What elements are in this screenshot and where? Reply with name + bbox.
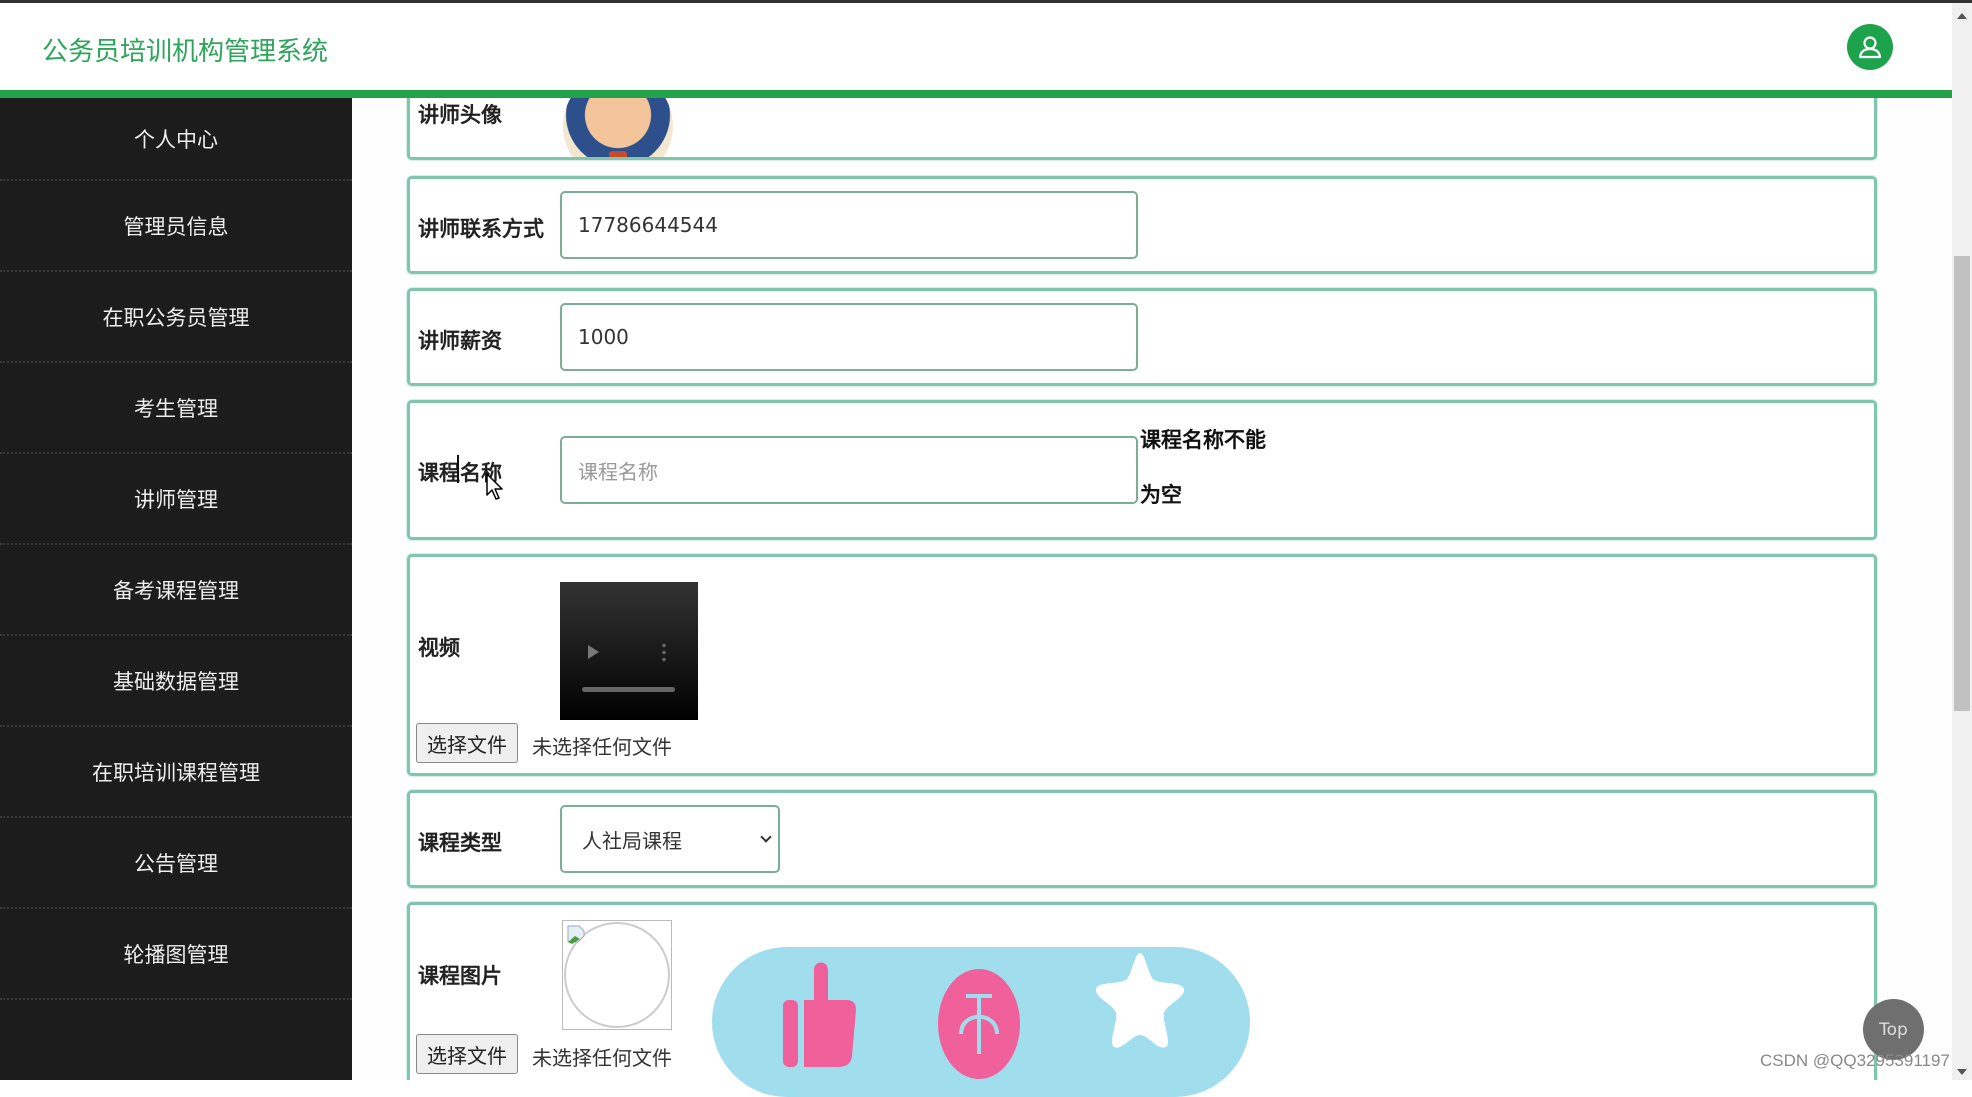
sidebar-item-label: 考生管理 [134,396,218,421]
sidebar-item-label: 备考课程管理 [113,578,239,603]
sidebar-item-label: 在职培训课程管理 [92,760,260,785]
thumbs-up-icon[interactable] [780,962,864,1070]
error-line: 课程名称不能 [1140,428,1266,452]
course-name-input[interactable]: 课程名称 [560,436,1138,504]
sidebar-item-carousel[interactable]: 轮播图管理 [0,909,352,1000]
lecturer-avatar-image [563,98,673,157]
header-accent-bar [0,90,1952,98]
form-group-salary: 讲师薪资 1000 [407,288,1877,386]
salary-input[interactable]: 1000 [560,303,1138,371]
sidebar-item-label: 基础数据管理 [113,669,239,694]
scroll-up-arrow-icon[interactable] [1957,13,1967,19]
share-action-bar [712,947,1250,1097]
form-group-video: 视频 选择文件 未选择任何文件 [407,554,1877,776]
sidebar-item-examinees[interactable]: 考生管理 [0,363,352,454]
video-player[interactable] [560,582,698,720]
contact-label: 讲师联系方式 [418,217,544,241]
watermark: CSDN @QQ3295391197 [1760,1051,1950,1070]
sidebar: 个人中心 管理员信息 在职公务员管理 考生管理 讲师管理 备考课程管理 基础数据… [0,98,352,1080]
sidebar-item-label: 在职公务员管理 [102,305,250,330]
course-type-select[interactable]: 人社局课程 [560,805,780,873]
sidebar-item-admin-info[interactable]: 管理员信息 [0,181,352,272]
video-file-status: 未选择任何文件 [532,735,672,759]
course-name-error: 课程名称不能 为空 [1140,413,1290,523]
image-file-status: 未选择任何文件 [532,1046,672,1070]
video-choose-file-button[interactable]: 选择文件 [416,723,518,763]
form-group-avatar: 讲师头像 [407,98,1877,160]
sidebar-item-label: 讲师管理 [134,487,218,512]
scroll-down-arrow-icon[interactable] [1957,1069,1967,1075]
course-type-selected: 人社局课程 [582,828,682,853]
sidebar-item-label: 轮播图管理 [123,942,229,967]
sidebar-item-announcements[interactable]: 公告管理 [0,818,352,909]
scrollbar-thumb[interactable] [1954,256,1970,711]
sidebar-item-label: 公告管理 [134,851,218,876]
sidebar-item-label: 管理员信息 [123,214,229,239]
image-choose-file-button[interactable]: 选择文件 [416,1034,518,1074]
sidebar-item-civil-servants[interactable]: 在职公务员管理 [0,272,352,363]
sidebar-item-basic-data[interactable]: 基础数据管理 [0,636,352,727]
video-progress-bar[interactable] [582,687,675,692]
form-group-course-type: 课程类型 人社局课程 [407,790,1877,888]
form-content: 讲师头像 讲师联系方式 17786644544 讲师薪资 1000 课程名称 课… [352,98,1952,1080]
coin-icon[interactable] [938,969,1020,1079]
form-group-contact: 讲师联系方式 17786644544 [407,176,1877,274]
contact-input[interactable]: 17786644544 [560,191,1138,259]
header: 公务员培训机构管理系统 [0,3,1952,91]
course-type-label: 课程类型 [418,831,502,855]
sidebar-item-lecturers[interactable]: 讲师管理 [0,454,352,545]
star-icon[interactable] [1090,947,1190,1057]
app-title: 公务员培训机构管理系统 [42,37,329,67]
user-menu-button[interactable] [1847,24,1893,70]
sidebar-item-personal-center[interactable]: 个人中心 [0,98,352,181]
text-caret [457,455,459,483]
mouse-pointer-icon [486,473,503,500]
course-image-preview [562,920,672,1030]
avatar-label: 讲师头像 [418,103,502,127]
course-image-label: 课程图片 [418,964,502,988]
more-options-icon[interactable] [662,642,666,662]
sidebar-item-training-courses[interactable]: 在职培训课程管理 [0,727,352,818]
salary-label: 讲师薪资 [418,329,502,353]
sidebar-item-exam-courses[interactable]: 备考课程管理 [0,545,352,636]
play-icon[interactable] [588,645,599,659]
form-group-course-name: 课程名称 课程名称 课程名称不能 为空 [407,400,1877,540]
vertical-scrollbar[interactable] [1952,3,1972,1080]
broken-image-icon [567,925,585,944]
user-icon [1858,36,1882,59]
chevron-down-icon [760,831,772,843]
sidebar-item-label: 个人中心 [134,127,218,152]
error-line: 为空 [1140,483,1182,507]
video-label: 视频 [418,636,460,660]
